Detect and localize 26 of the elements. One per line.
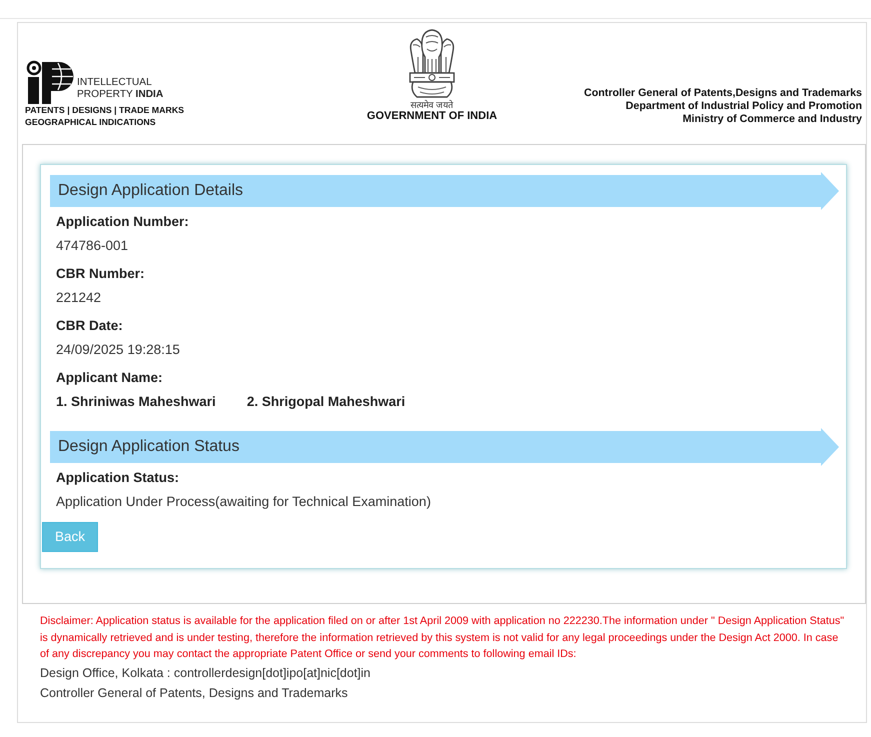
field-label: Application Status: [56,469,180,487]
field-label: Application Number: [56,213,189,231]
field-value: 474786-001 [56,237,128,255]
emblem-motto: सत्यमेव जयते [410,100,454,110]
logo-tagline: GEOGRAPHICAL INDICATIONS [25,116,156,128]
applicant-name: 1. Shriniwas Maheshwari [56,393,216,411]
field-value: 24/09/2025 19:28:15 [56,341,180,359]
office-name: Department of Industrial Policy and Promotion [626,100,862,113]
logo-text: INTELLECTUAL [77,77,153,89]
applicant-name: 2. Shrigopal Maheshwari [246,393,406,411]
field-value: Application Under Process(awaiting for Technical Examination) [56,493,431,511]
office-name: Ministry of Commerce and Industry [682,113,862,126]
logo-tagline: PATENTS | DESIGNS | TRADE MARKS [25,104,184,116]
disclaimer-text: Disclaimer: Application status is available for the application filed on or after 1st April 2009 with application no 222230.The information under " Design Application Status" is dynamically retrieved and is under testing, therefore the information retrieved by this system is not valid for any legal proceedings under the Design Act 2000. In case of any discrepancy you may contact the appropriate Patent Office or send your comments to following email IDs: [40,614,846,662]
section-header-banner: Design Application Status [50,428,839,466]
office-name: Controller General of Patents,Designs and Trademarks [584,87,862,100]
field-value: 221242 [56,289,102,307]
emblem-caption: GOVERNMENT OF INDIA [366,110,498,123]
field-label: CBR Date: [56,317,123,335]
field-label: Applicant Name: [56,369,163,387]
back-button[interactable]: Back [42,522,98,552]
section-header-banner: Design Application Details [50,172,839,210]
contact-line: Design Office, Kolkata : controllerdesign[dot]ipo[at]nic[dot]in [40,664,371,682]
contact-line: Controller General of Patents, Designs and Trademarks [40,684,348,702]
field-label: CBR Number: [56,265,145,283]
logo-text: PROPERTY INDIA [77,89,164,101]
